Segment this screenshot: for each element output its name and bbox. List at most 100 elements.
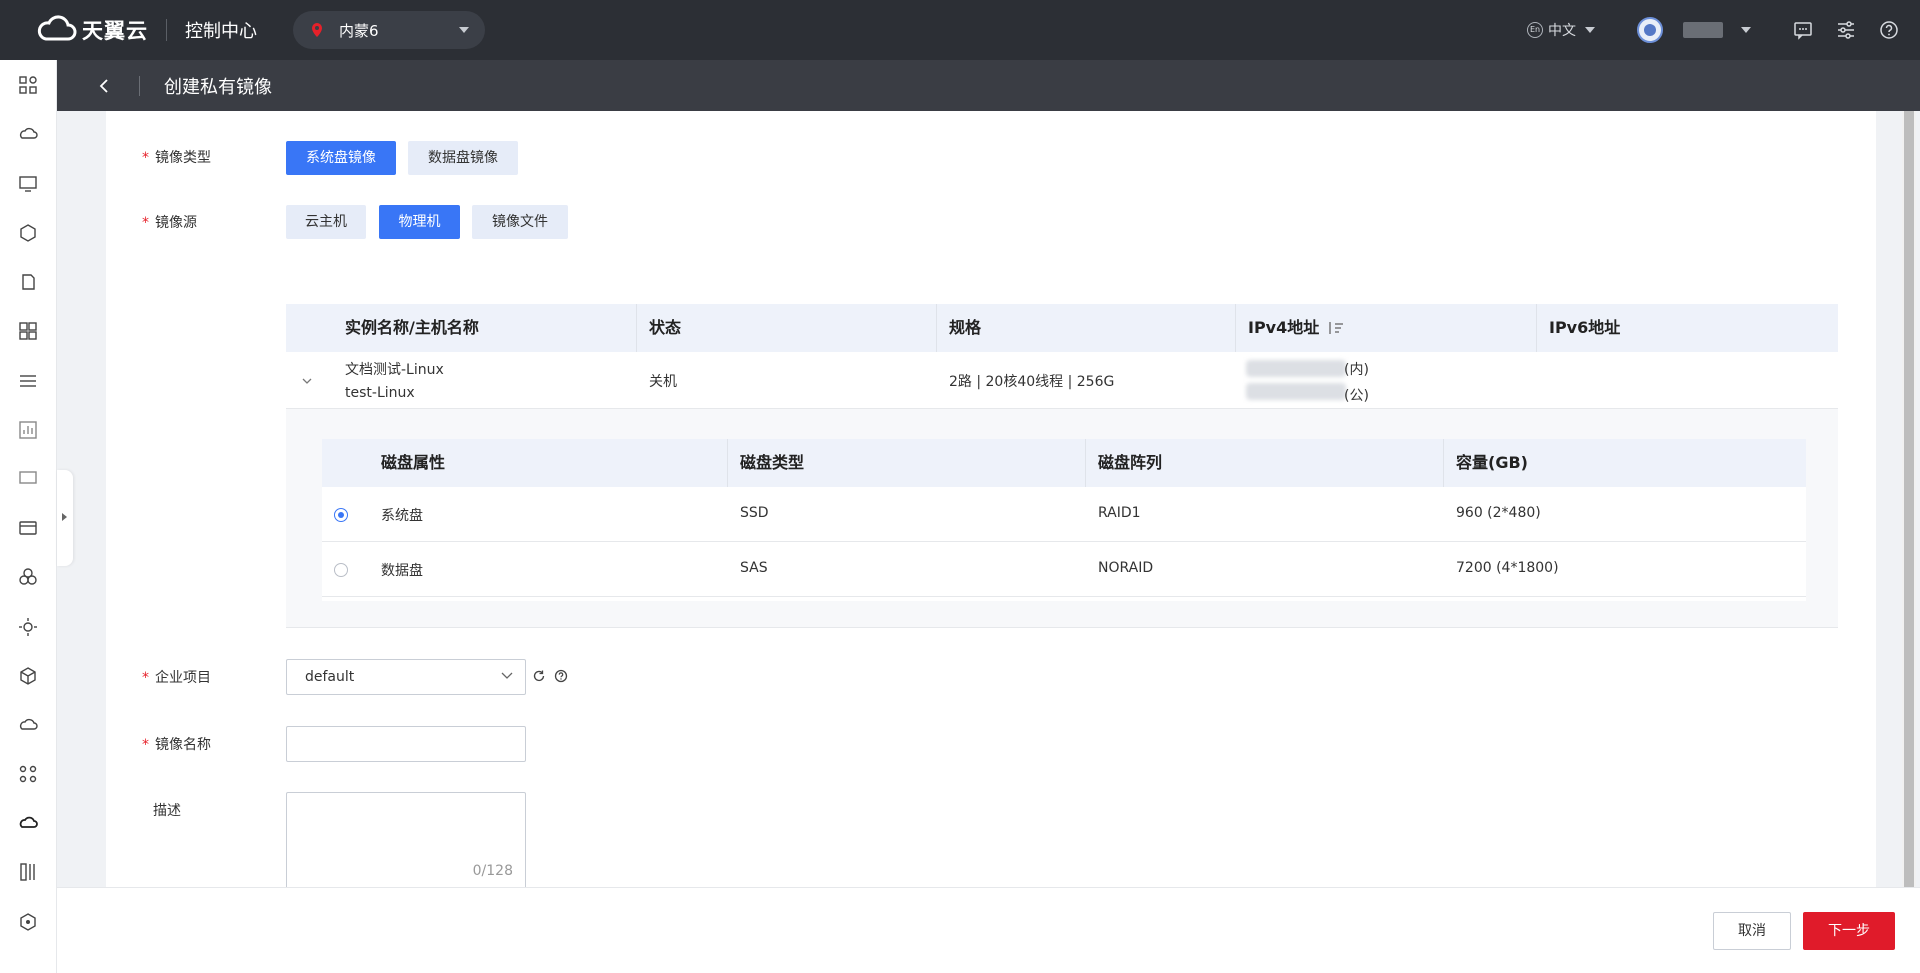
language-label: 中文 [1548,23,1576,39]
enterprise-project-label: * 企业项目 [142,670,211,686]
top-right-tools: En 中文 [1527,0,1920,60]
column-header: 状态 [637,304,937,352]
disk-raid: RAID1 [1098,505,1141,521]
user-menu[interactable] [1637,17,1751,43]
brand-logo[interactable]: 天翼云 [34,15,148,45]
nodes-icon[interactable] [17,763,39,785]
ipv4-public-suffix: (公) [1344,388,1369,404]
cloud-host-source-button[interactable]: 云主机 [286,205,366,239]
disk-radio[interactable] [334,563,348,577]
network-icon[interactable] [17,370,39,392]
disk-raid: NORAID [1098,560,1154,576]
disk-type: SAS [740,560,768,576]
disk-type: SSD [740,505,769,521]
settings-sliders-icon[interactable] [1834,18,1858,42]
disk-table: 磁盘属性 磁盘类型 磁盘阵列 容量(GB) 系统盘 SSD RAID1 960 … [322,439,1806,601]
spec-text: 2路 | 20核40线程 | 256G [949,374,1115,390]
cloud-storage-icon[interactable] [17,714,39,736]
location-pin-icon [312,23,322,37]
redacted-ip [1246,383,1346,400]
image-name-input[interactable] [286,726,526,762]
description-textarea[interactable]: 0/128 [286,792,526,892]
char-counter: 0/128 [472,863,513,879]
table-header: 磁盘属性 磁盘类型 磁盘阵列 容量(GB) [322,439,1806,487]
cube-icon[interactable] [17,665,39,687]
vertical-scrollbar[interactable] [1902,111,1916,887]
chevron-down-icon [501,672,513,679]
instance-name: 文档测试-Linux [345,362,444,378]
cloud-sync-icon[interactable] [17,812,39,834]
ipv4-inner-suffix: (内) [1344,362,1369,378]
console-title[interactable]: 控制中心 [185,17,257,43]
column-header: 磁盘类型 [728,439,1086,487]
status-text: 关机 [649,374,677,390]
footer-action-bar: 取消 下一步 [57,887,1920,973]
cloud-logo-icon [37,15,77,41]
redacted-ip [1246,360,1346,377]
divider [139,75,140,96]
column-header[interactable]: IPv4地址 [1236,304,1537,352]
page-title: 创建私有镜像 [164,76,272,98]
disk-radio[interactable] [334,508,348,522]
data-disk-image-button[interactable]: 数据盘镜像 [408,141,518,175]
help-icon[interactable] [554,669,568,683]
grid-icon[interactable] [17,320,39,342]
cancel-button[interactable]: 取消 [1713,912,1791,950]
top-navigation-bar: 天翼云 控制中心 内蒙6 En 中文 [0,0,1920,60]
file-transfer-icon[interactable] [17,271,39,293]
monitor-icon[interactable] [17,173,39,195]
column-header: 容量(GB) [1456,453,1528,472]
image-file-source-button[interactable]: 镜像文件 [472,205,568,239]
chevron-down-icon [1741,27,1751,33]
sidebar-expand-toggle[interactable] [57,470,73,566]
column-header: 规格 [937,304,1236,352]
language-badge-icon: En [1527,22,1543,38]
physical-machine-source-button[interactable]: 物理机 [379,205,460,239]
chevron-down-icon[interactable] [302,376,312,386]
cloud-server-icon[interactable] [17,123,39,145]
cluster-icon[interactable] [17,566,39,588]
help-icon[interactable] [1877,18,1901,42]
avatar [1637,17,1663,43]
next-step-button[interactable]: 下一步 [1803,912,1895,950]
dashboard-icon[interactable] [17,74,39,96]
card-icon[interactable] [17,517,39,539]
region-selector[interactable]: 内蒙6 [293,11,485,49]
table-row[interactable]: 文档测试-Linux test-Linux 关机 2路 | 20核40线程 | … [286,352,1838,409]
security-icon[interactable] [17,911,39,933]
brand-name: 天翼云 [82,19,148,43]
table-row[interactable]: 系统盘 SSD RAID1 960 (2*480) [322,487,1806,542]
column-header: IPv6地址 [1549,318,1621,337]
chat-icon[interactable] [17,468,39,490]
image-source-label: * 镜像源 [142,215,197,231]
hexagon-icon[interactable] [17,222,39,244]
disk-capacity: 7200 (4*1800) [1456,560,1559,576]
sun-icon[interactable] [17,616,39,638]
language-selector[interactable]: En 中文 [1527,20,1595,40]
refresh-icon[interactable] [532,669,546,683]
column-header: 磁盘属性 [322,439,728,487]
redacted-username [1683,22,1723,38]
message-icon[interactable] [1791,18,1815,42]
region-label: 内蒙6 [339,21,379,40]
image-type-label: * 镜像类型 [142,150,211,166]
description-label: 描述 [153,803,181,819]
back-arrow-icon[interactable] [95,76,115,96]
scrollbar-thumb[interactable] [1904,111,1914,887]
system-disk-image-button[interactable]: 系统盘镜像 [286,141,396,175]
enterprise-project-select[interactable]: default [286,659,526,695]
table-row[interactable]: 数据盘 SAS NORAID 7200 (4*1800) [322,542,1806,597]
bars-icon[interactable] [17,861,39,883]
disk-attr: 数据盘 [381,563,423,579]
left-icon-rail [0,60,57,973]
table-header: 实例名称/主机名称 状态 规格 IPv4地址 IPv6地址 [286,304,1838,352]
divider [166,19,167,41]
host-table: 实例名称/主机名称 状态 规格 IPv4地址 IPv6地址 文档测试-Linux… [286,304,1838,628]
select-value: default [305,669,355,685]
column-header: 实例名称/主机名称 [286,304,637,352]
column-header: 磁盘阵列 [1086,439,1444,487]
sort-icon[interactable] [1327,320,1345,336]
disk-attr: 系统盘 [381,508,423,524]
chart-icon[interactable] [17,419,39,441]
image-name-label: * 镜像名称 [142,737,211,753]
